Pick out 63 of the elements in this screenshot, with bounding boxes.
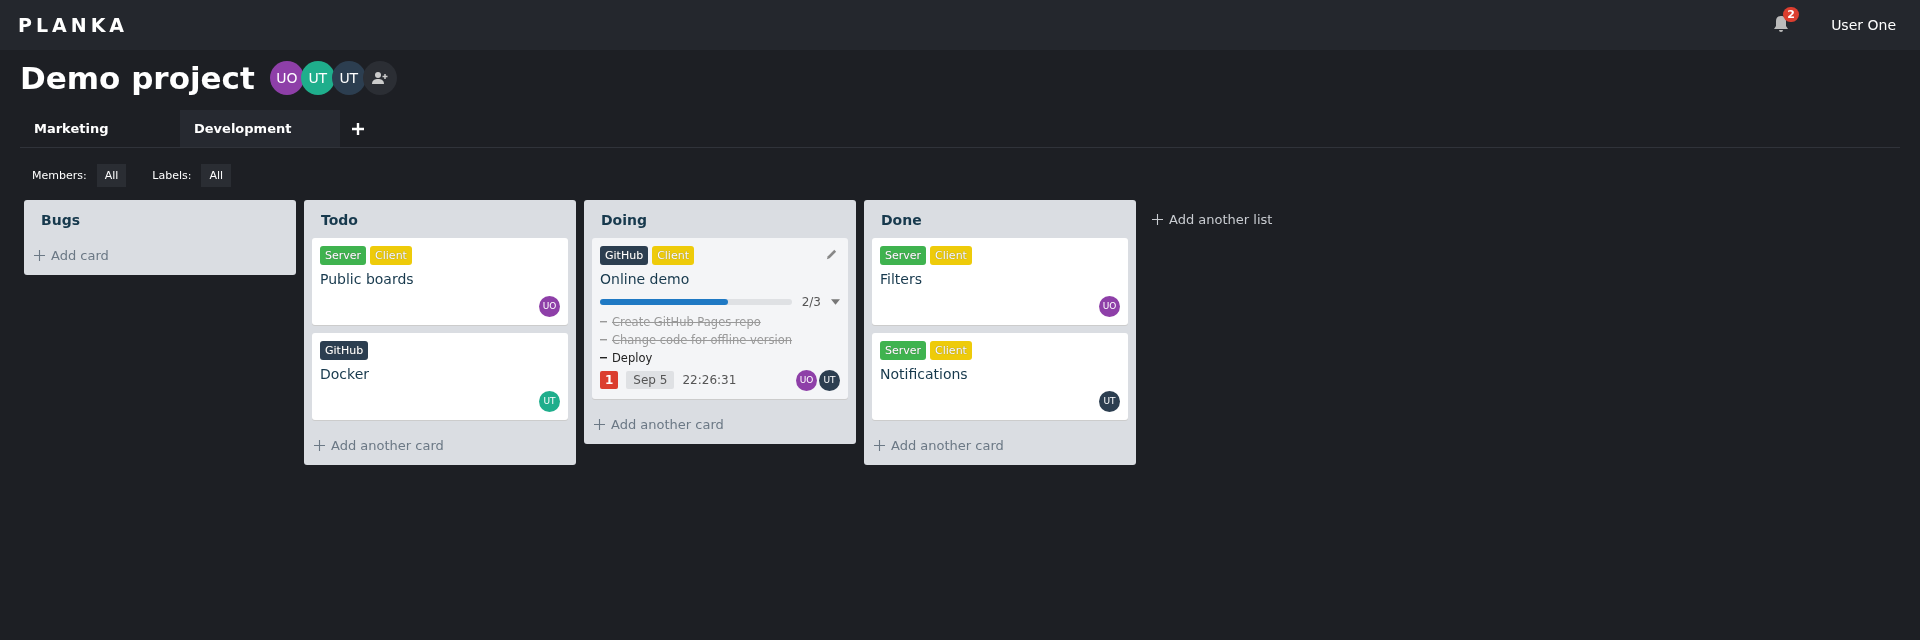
member-avatar: UT <box>1099 390 1120 412</box>
card-title: Notifications <box>880 366 969 384</box>
plus-icon <box>874 440 885 451</box>
progress-reading: 2/3 <box>801 295 821 309</box>
list-title[interactable]: Doing <box>592 200 848 238</box>
list-title[interactable]: Done <box>872 200 1128 238</box>
notification-badge: 2 <box>1783 7 1799 22</box>
member-avatar[interactable]: UO <box>269 61 304 95</box>
dash-icon <box>600 321 607 323</box>
dash-icon <box>600 357 607 359</box>
filter-button[interactable]: All <box>96 164 127 187</box>
list-title[interactable]: Todo <box>312 200 568 238</box>
caret-icon[interactable] <box>831 299 840 305</box>
board-tab[interactable]: Development <box>180 110 340 147</box>
card-label: GitHub <box>600 246 649 265</box>
plus-icon[interactable] <box>352 122 364 135</box>
member-avatar: UO <box>1099 295 1120 317</box>
task-item: Change code for offline version <box>600 331 840 349</box>
card[interactable]: Server Client Filters UO <box>872 238 1128 325</box>
card-label: Client <box>652 246 694 265</box>
card-title: Online demo <box>600 271 691 289</box>
card-label: Server <box>880 246 927 265</box>
card-label: Server <box>880 341 927 360</box>
project-title: Demo project <box>20 60 255 96</box>
list-title[interactable]: Bugs <box>32 200 288 238</box>
user-menu[interactable]: User One <box>1831 17 1896 33</box>
card[interactable]: Server Client Public boards UO <box>312 238 568 325</box>
card[interactable]: Server Client Notifications UT <box>872 333 1128 420</box>
card-label: Client <box>930 341 972 360</box>
member-avatar: UO <box>539 295 560 317</box>
add-list-button[interactable]: Add another list <box>1144 200 1281 239</box>
member-avatar: UT <box>819 369 840 391</box>
plus-icon <box>594 419 605 430</box>
filter-label: Members: <box>32 169 87 182</box>
plus-icon <box>34 250 45 261</box>
card-label: Server <box>320 246 367 265</box>
task-item: Deploy <box>600 349 840 367</box>
add-user-icon[interactable] <box>371 71 388 85</box>
card-label: Client <box>930 246 972 265</box>
plus-icon <box>1152 214 1163 225</box>
filter-label: Labels: <box>152 169 192 182</box>
card-title: Public boards <box>320 271 415 289</box>
pencil-icon[interactable] <box>825 248 838 261</box>
timer: 22:26:31 <box>682 373 737 387</box>
card-label: GitHub <box>320 341 369 360</box>
bell-icon[interactable] <box>1773 15 1790 33</box>
plus-icon <box>314 440 325 451</box>
member-avatar[interactable]: UT <box>331 61 366 95</box>
dash-icon <box>600 339 607 341</box>
card[interactable]: GitHub Client Online demo 2/3 Create GitHub Pages repo Change code for offline version Deploy 1 Sep 5 22:26:31 UO UT <box>592 238 848 399</box>
add-member-button[interactable] <box>362 61 397 95</box>
count-badge: 1 <box>600 371 619 389</box>
card-label: Client <box>370 246 412 265</box>
filter-button[interactable]: All <box>201 164 232 187</box>
board-tab[interactable]: Marketing <box>20 110 180 147</box>
task-item: Create GitHub Pages repo <box>600 313 840 331</box>
member-avatar: UT <box>539 390 560 412</box>
due-date: Sep 5 <box>626 371 675 389</box>
card-title: Filters <box>880 271 923 289</box>
card-title: Docker <box>320 366 371 384</box>
card[interactable]: GitHub Docker UT <box>312 333 568 420</box>
logo[interactable]: PLANKA <box>18 14 129 36</box>
member-avatar: UO <box>796 369 817 391</box>
